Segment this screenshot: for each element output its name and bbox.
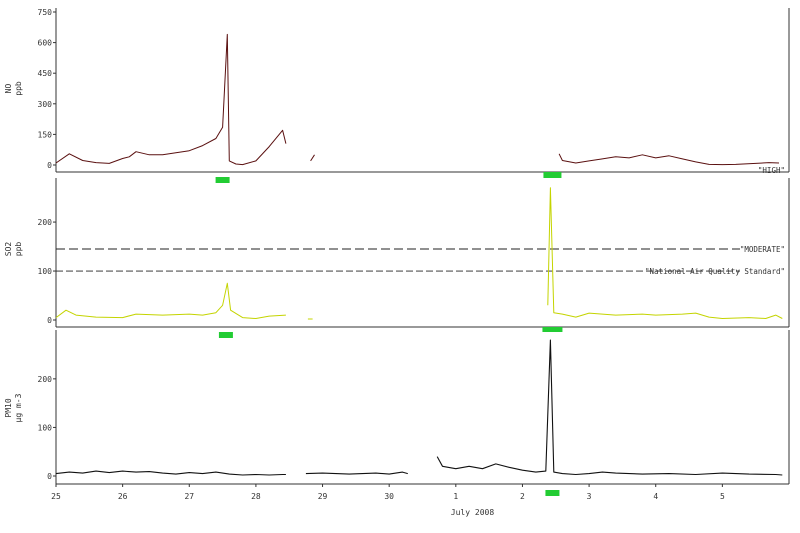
- x-tick-label: 26: [118, 492, 128, 501]
- y-tick-label: 150: [38, 130, 53, 139]
- x-tick-label: 30: [384, 492, 394, 501]
- y-axis-label-name: NO: [4, 84, 13, 94]
- y-tick-label: 200: [38, 218, 53, 227]
- y-tick-label: 600: [38, 39, 53, 48]
- y-tick-label: 0: [47, 316, 52, 325]
- event-marker: [543, 172, 562, 178]
- x-tick-label: 1: [453, 492, 458, 501]
- y-tick-label: 100: [38, 423, 53, 432]
- x-tick-label: 3: [587, 492, 592, 501]
- y-tick-label: 0: [47, 472, 52, 481]
- event-marker: [215, 177, 230, 183]
- axes-layer: [53, 8, 790, 487]
- y-tick-label: 100: [38, 267, 53, 276]
- data-layer: [55, 33, 783, 496]
- x-tick-label: 25: [51, 492, 61, 501]
- threshold-label: "HIGH": [758, 166, 785, 175]
- series-line: [558, 153, 780, 166]
- series-line: [55, 470, 286, 476]
- series-line: [305, 471, 408, 475]
- x-tick-label: 28: [251, 492, 261, 501]
- threshold-label: "MODERATE": [740, 245, 785, 254]
- x-tick-label: 27: [184, 492, 194, 501]
- y-axis-label-name: PM10: [4, 398, 13, 417]
- y-tick-label: 300: [38, 100, 53, 109]
- y-axis-label-name: SO2: [4, 242, 13, 257]
- y-axis-label-unit: µg m-3: [14, 393, 23, 422]
- y-axis-label-unit: ppb: [14, 81, 23, 96]
- x-tick-label: 4: [653, 492, 658, 501]
- chart-root: 0 150 300 450 600 750 NO ppb "HIGH" 0 100 200 SO2 ppb…: [0, 0, 800, 529]
- y-tick-label: 450: [38, 69, 53, 78]
- event-marker: [542, 327, 563, 332]
- series-line: [436, 339, 783, 476]
- series-line: [310, 154, 315, 162]
- pollution-timeseries-chart: 0150300450600750NO ppb"HIGH"0100200SO2 ppb…: [4, 8, 790, 517]
- series-line: [55, 282, 286, 319]
- labels-layer: 0150300450600750NO ppb"HIGH"0100200SO2 ppb…: [4, 8, 785, 517]
- x-tick-label: 5: [720, 492, 725, 501]
- x-tick-label: 2: [520, 492, 525, 501]
- x-axis-label: July 2008: [451, 508, 495, 517]
- y-tick-label: 750: [38, 8, 53, 17]
- y-axis-label-unit: ppb: [14, 242, 23, 257]
- event-marker: [218, 332, 233, 338]
- threshold-label: "National Air Quality Standard": [645, 267, 785, 276]
- series-line: [55, 33, 287, 166]
- event-marker: [545, 490, 560, 496]
- y-tick-label: 0: [47, 161, 52, 170]
- y-tick-label: 200: [38, 375, 53, 384]
- x-tick-label: 29: [318, 492, 328, 501]
